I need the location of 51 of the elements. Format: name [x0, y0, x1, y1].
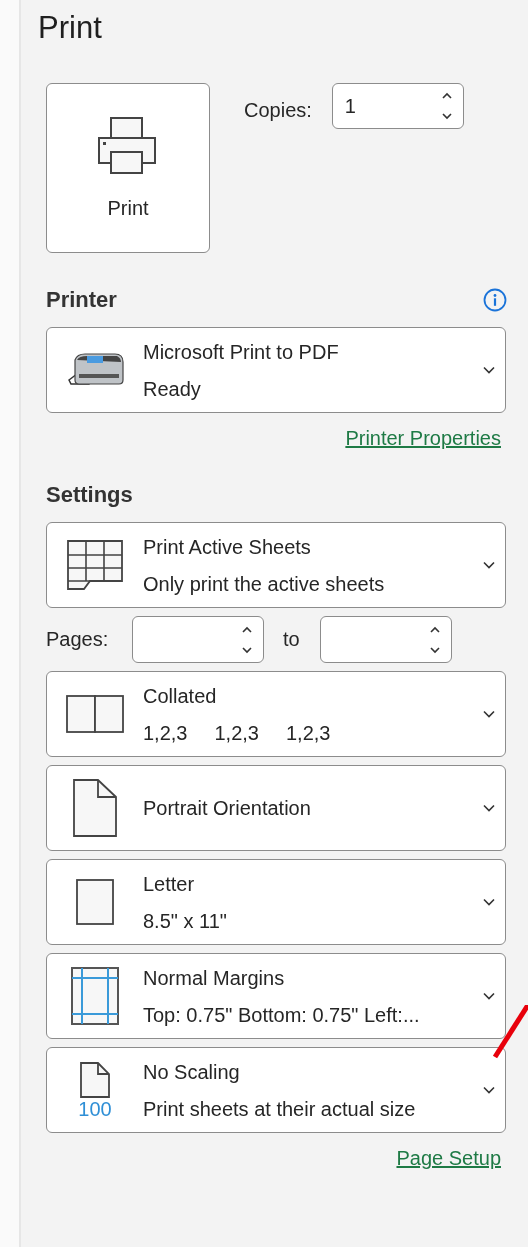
annotation-stroke — [492, 1005, 528, 1059]
chevron-down-icon — [483, 366, 495, 374]
option-title: Print Active Sheets — [143, 534, 312, 559]
margins-icon — [71, 967, 119, 1025]
chevron-down-icon — [483, 561, 495, 569]
page-setup-link[interactable]: Page Setup — [396, 1146, 501, 1170]
option-subtitle: Print sheets at their actual size — [143, 1096, 417, 1121]
settings-dropdown[interactable]: Collated 1,2,3 1,2,3 1,2,3 — [46, 671, 506, 757]
settings-dropdown[interactable]: 100 No Scaling Print sheets at their actual size — [46, 1047, 506, 1133]
settings-dropdown[interactable]: Portrait Orientation — [46, 765, 506, 851]
option-title: Letter — [143, 871, 196, 896]
option-subtitle: Only print the active sheets — [143, 571, 386, 596]
to-label: to — [283, 628, 300, 651]
option-title: No Scaling — [143, 1059, 241, 1084]
section-heading: Settings — [46, 481, 133, 509]
option-subtitle: 1,2,3 — [214, 720, 259, 745]
chevron-down-icon — [483, 992, 495, 1000]
chevron-down-icon — [483, 804, 495, 812]
printer-properties-link[interactable]: Printer Properties — [345, 426, 501, 450]
printer-status: Ready — [143, 376, 202, 401]
page-title: Print — [38, 10, 103, 46]
scale-number: 100 — [78, 1098, 112, 1119]
section-heading: Printer — [46, 286, 117, 314]
info-icon — [483, 288, 507, 312]
settings-dropdown[interactable]: Letter 8.5" x 11" — [46, 859, 506, 945]
page-to-spinner[interactable] — [319, 616, 452, 663]
option-title: Portrait Orientation — [143, 796, 312, 820]
print-button[interactable]: Print — [46, 83, 210, 253]
page-icon — [80, 1061, 110, 1098]
printer-name: Microsoft Print to PDF — [143, 339, 340, 364]
page-from-spinner[interactable] — [132, 616, 264, 663]
option-title: Normal Margins — [143, 965, 286, 990]
printer-dropdown[interactable]: Microsoft Print to PDF Ready — [46, 327, 506, 413]
sheet-grid-icon — [66, 539, 124, 591]
printer-icon — [98, 116, 158, 175]
page-icon — [76, 879, 114, 925]
option-subtitle: 1,2,3 — [143, 720, 188, 745]
option-subtitle: 1,2,3 — [285, 720, 331, 745]
copies-label: Copies: — [244, 99, 312, 122]
option-title: Collated — [143, 683, 218, 708]
chevron-down-icon — [483, 710, 495, 718]
pages-label: Pages: — [46, 628, 110, 651]
chevron-down-icon — [483, 1086, 495, 1094]
option-subtitle: Top: 0.75" Bottom: 0.75" Left:... — [143, 1002, 421, 1027]
page-icon — [73, 779, 117, 837]
two-pages-icon — [66, 695, 124, 733]
settings-dropdown[interactable]: Normal Margins Top: 0.75" Bottom: 0.75" Left:... — [46, 953, 506, 1039]
chevron-down-icon — [483, 898, 495, 906]
settings-dropdown[interactable]: Print Active Sheets Only print the active sheets — [46, 522, 506, 608]
option-subtitle: 8.5" x 11" — [143, 908, 228, 933]
copies-spinner[interactable]: 1 — [331, 83, 464, 129]
